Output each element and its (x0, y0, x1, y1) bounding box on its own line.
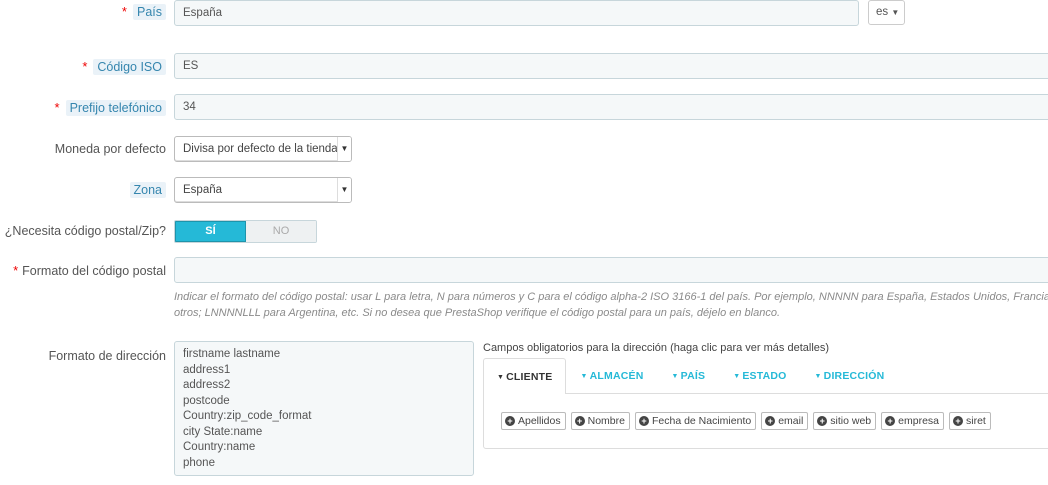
label-zip-format-text: Formato del código postal (22, 264, 166, 278)
label-moneda: Moneda por defecto (55, 140, 166, 158)
field-chips: + Apellidos + Nombre + Fecha de Nacimiento … (501, 412, 991, 430)
label-pais: * País (122, 3, 166, 21)
label-iso: * Código ISO (82, 58, 166, 76)
chip-label: Apellidos (518, 415, 561, 427)
caret-down-icon: ▼ (671, 373, 679, 380)
label-address-format: Formato de dirección (49, 347, 166, 365)
plus-circle-icon: + (765, 416, 776, 426)
chip-fecha-nacimiento[interactable]: + Fecha de Nacimiento (634, 412, 757, 430)
required-marker: * (121, 4, 127, 19)
language-select[interactable]: es ▼ (868, 0, 905, 25)
help-line-1: Indicar el formato del código postal: us… (174, 291, 1048, 303)
chip-label: Fecha de Nacimiento (651, 415, 752, 427)
toggle-no[interactable]: NO (246, 221, 316, 242)
label-zona-text: Zona (129, 182, 166, 198)
address-line: firstname lastname (183, 348, 281, 360)
label-pais-text: País (132, 4, 166, 20)
label-moneda-text: Moneda por defecto (54, 142, 166, 156)
required-fields-title: Campos obligatorios para la dirección (h… (483, 342, 830, 354)
address-line: address2 (183, 379, 231, 391)
address-line: postcode (183, 394, 230, 407)
required-marker: * (82, 59, 88, 74)
chip-empresa[interactable]: + empresa (881, 412, 945, 430)
caret-down-icon: ▼ (337, 137, 351, 161)
plus-circle-icon: + (638, 416, 649, 426)
phone-prefix-input[interactable]: 34 (174, 94, 1048, 120)
required-fields-tabs: ▼ CLIENTE ▼ ALMACÉN ▼ PAÍS ▼ ESTADO ▼ DIRECCI… (483, 358, 898, 394)
plus-circle-icon: + (505, 416, 515, 426)
tab-estado[interactable]: ▼ ESTADO (719, 358, 800, 394)
label-zip-format: * Formato del código postal (13, 262, 166, 280)
address-line: city State:name (183, 425, 263, 438)
tab-direccion[interactable]: ▼ DIRECCIÓN (801, 358, 899, 394)
required-marker: * (54, 100, 60, 115)
caret-down-icon: ▼ (891, 8, 900, 17)
help-line-2: otros; LNNNNLLL para Argentina, etc. Si … (174, 307, 780, 319)
chip-label: email (778, 415, 804, 427)
tab-label: ESTADO (742, 370, 787, 382)
zip-format-input[interactable] (174, 257, 1048, 283)
required-marker: * (13, 263, 19, 278)
chip-apellidos[interactable]: + Apellidos (501, 412, 566, 430)
address-line: address1 (183, 363, 231, 376)
chip-sitio-web[interactable]: + sitio web (813, 412, 877, 430)
address-format-textarea[interactable]: firstname lastname address1 address2 pos… (174, 341, 474, 476)
address-line: Country:name (183, 441, 256, 453)
caret-down-icon: ▼ (733, 373, 741, 380)
tab-label: ALMACÉN (589, 370, 644, 382)
pais-input[interactable]: España (174, 0, 859, 26)
caret-down-icon: ▼ (337, 178, 351, 202)
tab-cliente[interactable]: ▼ CLIENTE (483, 358, 567, 394)
chip-label: sitio web (830, 415, 872, 427)
label-iso-text: Código ISO (93, 59, 166, 75)
label-prefijo-text: Prefijo telefónico (65, 100, 166, 116)
label-prefijo: * Prefijo telefónico (55, 99, 166, 117)
tab-label: DIRECCIÓN (823, 370, 885, 382)
label-address-format-text: Formato de dirección (48, 349, 166, 363)
zone-select[interactable]: España ▼ (174, 177, 352, 203)
iso-code-input[interactable]: ES (174, 53, 1048, 79)
chip-siret[interactable]: + siret (949, 412, 991, 430)
chip-nombre[interactable]: + Nombre (570, 412, 630, 430)
zip-required-toggle[interactable]: SÍ NO (174, 220, 317, 243)
tab-label: PAÍS (680, 370, 706, 382)
currency-value: Divisa por defecto de la tienda (183, 143, 338, 155)
plus-circle-icon: + (574, 416, 585, 426)
zip-format-help: Indicar el formato del código postal: us… (174, 289, 1048, 321)
tab-almacen[interactable]: ▼ ALMACÉN (566, 358, 657, 394)
caret-down-icon: ▼ (497, 374, 505, 381)
language-code: es (876, 6, 889, 18)
caret-down-icon: ▼ (580, 373, 588, 380)
chip-email[interactable]: + email (761, 412, 809, 430)
label-postal-toggle-text: ¿Necesita código postal/Zip? (4, 224, 166, 238)
plus-circle-icon: + (953, 416, 964, 426)
tab-pais[interactable]: ▼ PAÍS (658, 358, 720, 394)
currency-select[interactable]: Divisa por defecto de la tienda ▼ (174, 136, 352, 162)
chip-label: siret (966, 415, 986, 427)
tab-label: CLIENTE (506, 371, 553, 383)
chip-label: Nombre (587, 415, 625, 427)
label-zona: Zona (129, 181, 166, 199)
address-line: Country:zip_code_format (183, 410, 312, 422)
caret-down-icon: ▼ (814, 373, 822, 380)
zone-value: España (183, 184, 223, 196)
plus-circle-icon: + (817, 416, 828, 426)
address-line: phone (183, 456, 215, 469)
plus-circle-icon: + (885, 416, 896, 426)
label-postal-toggle: ¿Necesita código postal/Zip? (5, 222, 166, 240)
toggle-yes[interactable]: SÍ (175, 221, 246, 242)
chip-label: empresa (898, 415, 940, 427)
